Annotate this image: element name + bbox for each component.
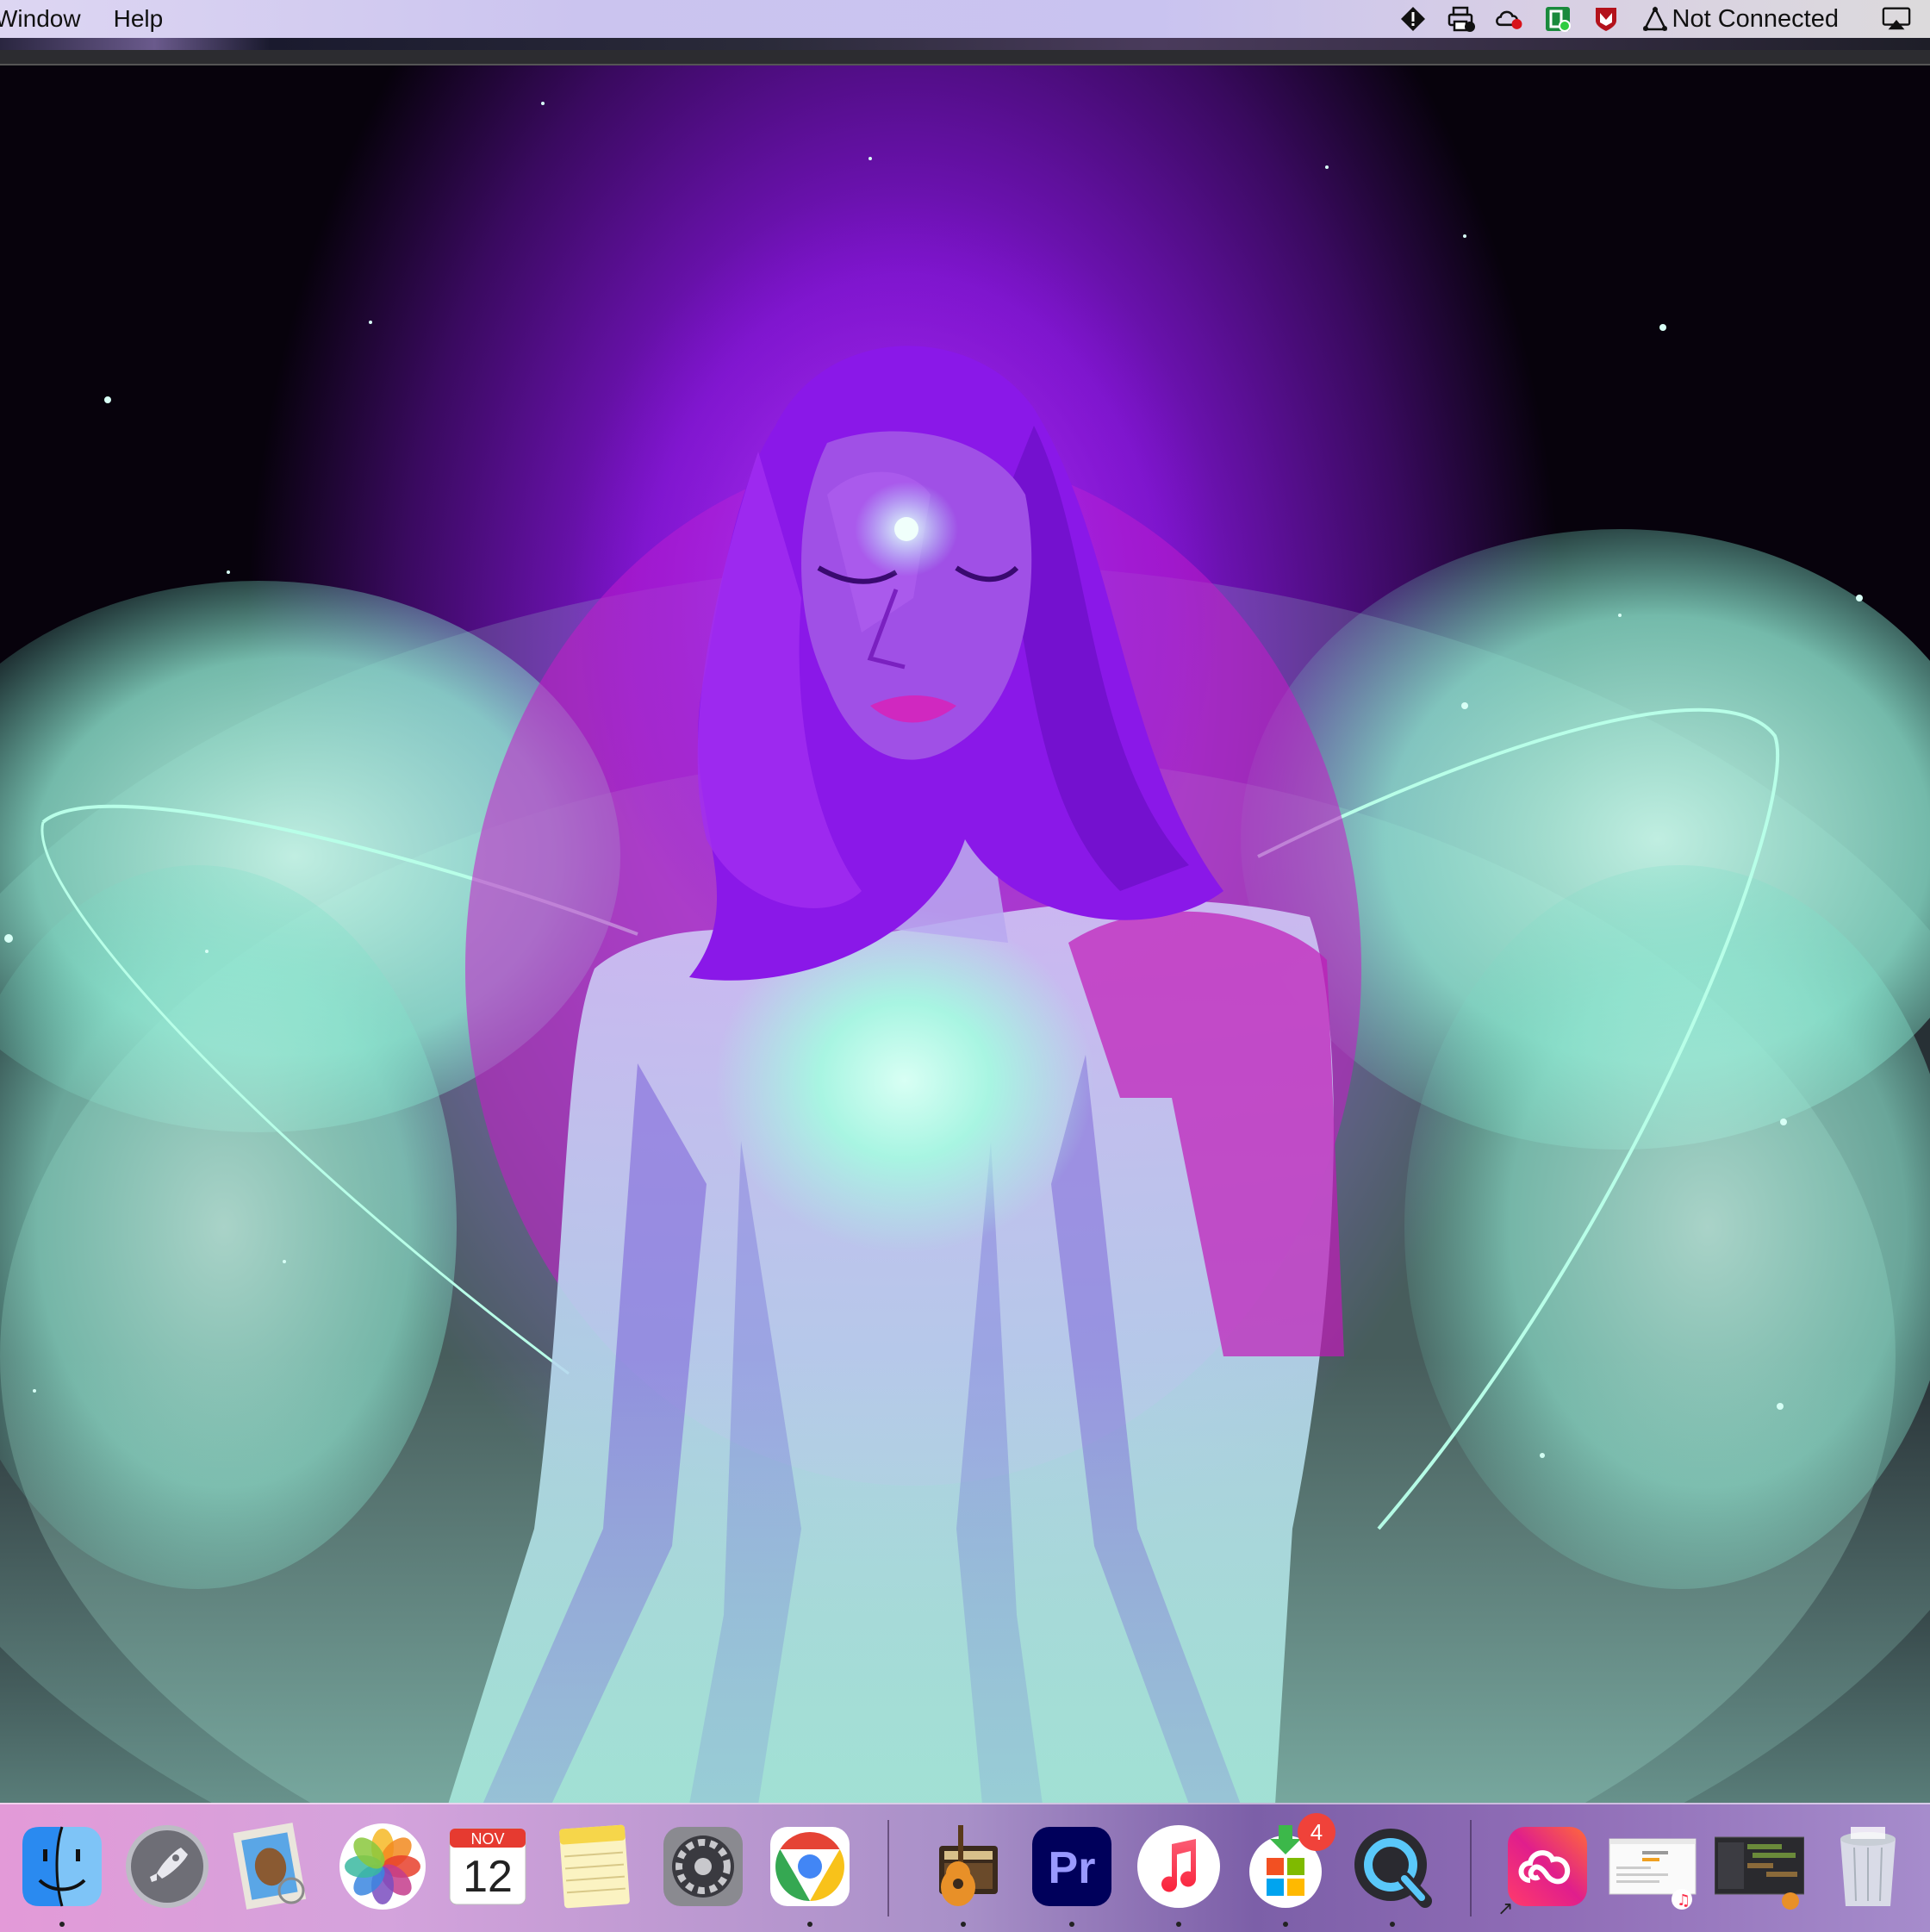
dock-notes[interactable] [550,1822,639,1911]
document-window-icon: ♫ [1609,1838,1697,1910]
trash-icon [1840,1827,1896,1906]
quicktime-icon [1354,1829,1432,1908]
dock-calendar[interactable]: NOV 12 [443,1822,532,1911]
running-indicator [961,1922,966,1927]
dock-garageband[interactable] [918,1822,1008,1911]
dock-quicktime[interactable] [1348,1822,1437,1911]
dock-system-preferences[interactable] [658,1822,748,1911]
airplay-icon[interactable] [1882,4,1911,34]
dock-finder[interactable] [17,1822,107,1911]
dock-chrome[interactable] [765,1822,855,1911]
dock-music[interactable] [1134,1822,1223,1911]
alert-icon[interactable] [1398,4,1428,34]
dock-creative-cloud[interactable] [1503,1822,1592,1911]
dock-msstore[interactable]: 4 [1241,1813,1335,1911]
garageband-icon [939,1825,998,1906]
network-status-text[interactable]: Not Connected [1672,5,1839,34]
music-icon [1137,1825,1220,1908]
window-titlebar-edge [0,50,1930,65]
notes-icon [559,1824,630,1909]
dock-premiere[interactable]: Pr [1027,1822,1117,1911]
launchpad-icon [126,1825,209,1908]
dock-document-window[interactable]: ♫ [1608,1822,1697,1911]
printer-icon[interactable] [1447,4,1476,34]
creative-cloud-sync-icon[interactable] [1495,4,1524,34]
svg-text:♫: ♫ [1677,1891,1690,1910]
finder-icon [22,1826,102,1907]
dock-separator [1470,1820,1472,1916]
dock-launchpad[interactable] [122,1822,212,1911]
mail-icon [233,1823,307,1910]
system-preferences-icon [663,1827,743,1906]
mcafee-icon[interactable] [1591,4,1621,34]
menu-bar-status: Not Connected [1379,0,1911,38]
alias-arrow-icon: ↗ [1497,1898,1514,1919]
premiere-label: Pr [1048,1843,1096,1893]
chrome-icon [770,1827,850,1906]
creative-cloud-icon [1508,1827,1587,1906]
running-indicator [807,1922,812,1927]
dock-mail[interactable] [227,1822,317,1911]
dock-photos[interactable] [338,1822,427,1911]
dock-logic-window[interactable] [1715,1822,1804,1911]
running-indicator [1283,1922,1288,1927]
menu-bar: Window Help Not Connected [0,0,1930,38]
dock-trash[interactable] [1823,1822,1913,1911]
dock-separator [887,1820,889,1916]
dock: NOV 12 Pr 4 ↗ ♫ [0,1803,1930,1932]
photos-icon [339,1823,426,1910]
menu-help[interactable]: Help [114,0,164,38]
running-indicator [1390,1922,1395,1927]
menu-window[interactable]: Window [0,0,81,38]
running-indicator [1069,1922,1074,1927]
app-green-icon[interactable] [1543,4,1572,34]
calendar-month: NOV [470,1830,505,1848]
desktop-wallpaper [0,64,1930,1804]
logic-window-icon [1715,1836,1804,1910]
menu-bar-left: Window Help [0,0,196,38]
running-indicator [59,1922,65,1927]
notification-badge: 4 [1298,1813,1335,1851]
running-indicator [1176,1922,1181,1927]
network-icon[interactable] [1642,4,1667,34]
angel-illustration [0,102,1930,1804]
window-edge-strip [0,38,1930,50]
calendar-day: 12 [463,1852,513,1902]
